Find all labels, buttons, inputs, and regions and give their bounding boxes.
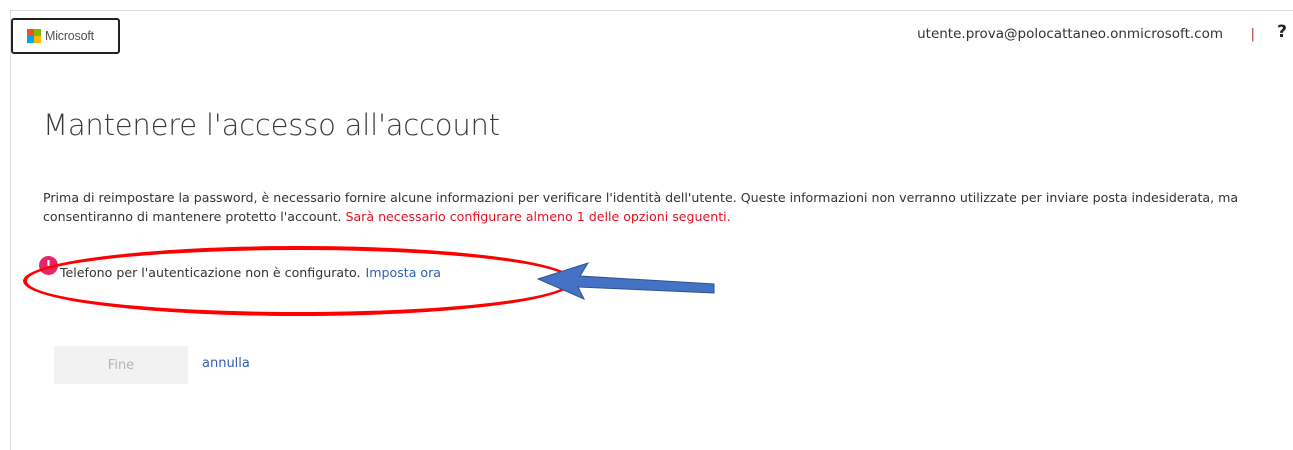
required-note: Sarà necessario configurare almeno 1 del… (345, 209, 731, 224)
header-separator: | (1250, 26, 1255, 42)
microsoft-wordmark: Microsoft (45, 29, 94, 43)
user-email: utente.prova@polocattaneo.onmicrosoft.co… (917, 26, 1223, 42)
finish-button[interactable]: Fine (54, 346, 188, 384)
microsoft-squares-icon (27, 29, 41, 43)
microsoft-logo[interactable]: Microsoft (11, 18, 120, 54)
help-icon[interactable]: ? (1277, 22, 1287, 42)
auth-method-row: ! Telefono per l'autenticazione non è co… (39, 255, 442, 288)
alert-icon: ! (39, 255, 58, 275)
phone-status-text: Telefono per l'autenticazione non è conf… (60, 264, 361, 280)
page-title: Mantenere l'accesso all'account (43, 108, 500, 142)
setup-now-link[interactable]: Imposta ora (366, 265, 442, 280)
cancel-link[interactable]: annulla (202, 356, 250, 371)
page-frame (10, 10, 1293, 450)
header-bar: Microsoft utente.prova@polocattaneo.onmi… (10, 10, 1293, 56)
intro-text: Prima di reimpostare la password, è nece… (43, 188, 1253, 226)
